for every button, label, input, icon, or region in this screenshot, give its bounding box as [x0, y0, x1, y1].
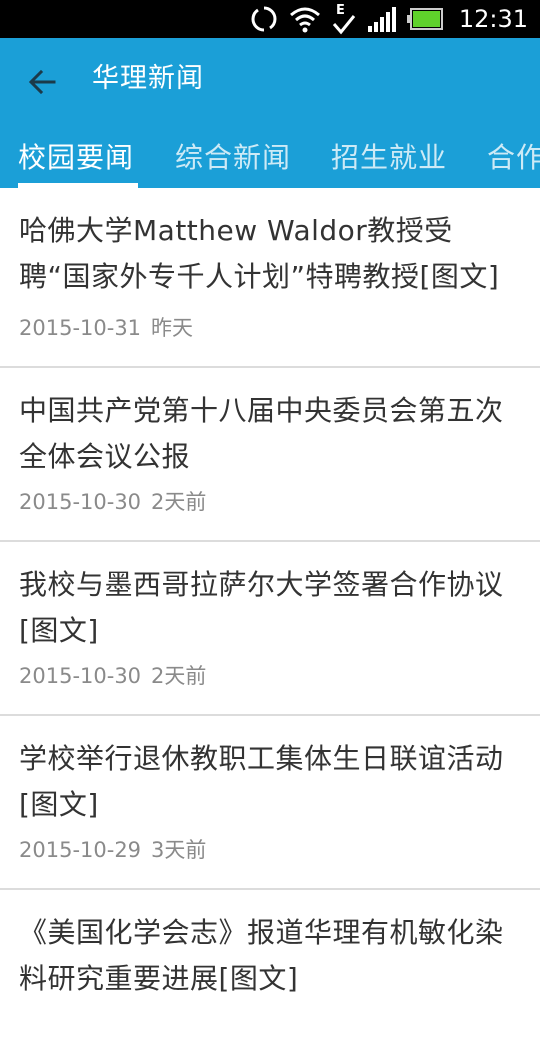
list-item[interactable]: 我校与墨西哥拉萨尔大学签署合作协议[图文] 2015-10-30 2天前	[0, 542, 540, 716]
news-meta: 2015-10-30 2天前	[19, 660, 216, 690]
status-time: 12:31	[458, 5, 528, 33]
status-icons: E 12:31	[249, 0, 528, 38]
news-ago: 2天前	[151, 664, 207, 688]
arrow-left-icon	[28, 69, 56, 95]
list-item[interactable]: 哈佛大学Matthew Waldor教授受聘“国家外专千人计划”特聘教授[图文]…	[0, 188, 540, 368]
news-title: 哈佛大学Matthew Waldor教授受聘“国家外专千人计划”特聘教授[图文]	[19, 214, 500, 293]
wifi-icon	[289, 7, 320, 33]
news-ago: 2天前	[151, 490, 207, 514]
news-title: 中国共产党第十八届中央委员会第五次全体会议公报	[19, 394, 504, 473]
news-list: 哈佛大学Matthew Waldor教授受聘“国家外专千人计划”特聘教授[图文]…	[0, 188, 540, 1062]
list-item[interactable]: 《美国化学会志》报道华理有机敏化染料研究重要进展[图文]	[0, 890, 540, 1062]
tab-general-news[interactable]: 综合新闻	[175, 136, 291, 176]
news-meta: 2015-10-30 2天前	[19, 486, 216, 516]
tab-cooperation[interactable]: 合作	[487, 136, 540, 176]
news-title: 我校与墨西哥拉萨尔大学签署合作协议[图文]	[19, 568, 504, 647]
back-button[interactable]	[22, 62, 62, 102]
news-date: 2015-10-31	[19, 316, 142, 340]
list-item[interactable]: 学校举行退休教职工集体生日联谊活动[图文] 2015-10-29 3天前	[0, 716, 540, 890]
news-title: 《美国化学会志》报道华理有机敏化染料研究重要进展[图文]	[19, 916, 504, 995]
tab-bar: 校园要闻 综合新闻 招生就业 合作	[0, 130, 540, 188]
news-meta: 2015-10-31 昨天	[19, 312, 203, 342]
news-date: 2015-10-29	[19, 838, 142, 862]
news-date: 2015-10-30	[19, 490, 142, 514]
edge-network-icon: E	[332, 3, 355, 35]
signal-icon	[367, 7, 396, 32]
news-ago: 3天前	[151, 838, 207, 862]
news-title: 学校举行退休教职工集体生日联谊活动[图文]	[19, 742, 504, 821]
svg-text:E: E	[336, 3, 345, 18]
app-bar: 华理新闻 校园要闻 综合新闻 招生就业 合作	[0, 38, 540, 188]
sync-icon	[251, 6, 277, 32]
tab-campus-news[interactable]: 校园要闻	[18, 136, 134, 176]
news-ago: 昨天	[151, 316, 194, 340]
status-bar: E 12:31	[0, 0, 540, 38]
tab-admissions-employment[interactable]: 招生就业	[331, 136, 447, 176]
list-item[interactable]: 中国共产党第十八届中央委员会第五次全体会议公报 2015-10-30 2天前	[0, 368, 540, 542]
news-meta: 2015-10-29 3天前	[19, 834, 216, 864]
news-date: 2015-10-30	[19, 664, 142, 688]
battery-icon	[406, 8, 443, 30]
page-title: 华理新闻	[92, 63, 204, 94]
